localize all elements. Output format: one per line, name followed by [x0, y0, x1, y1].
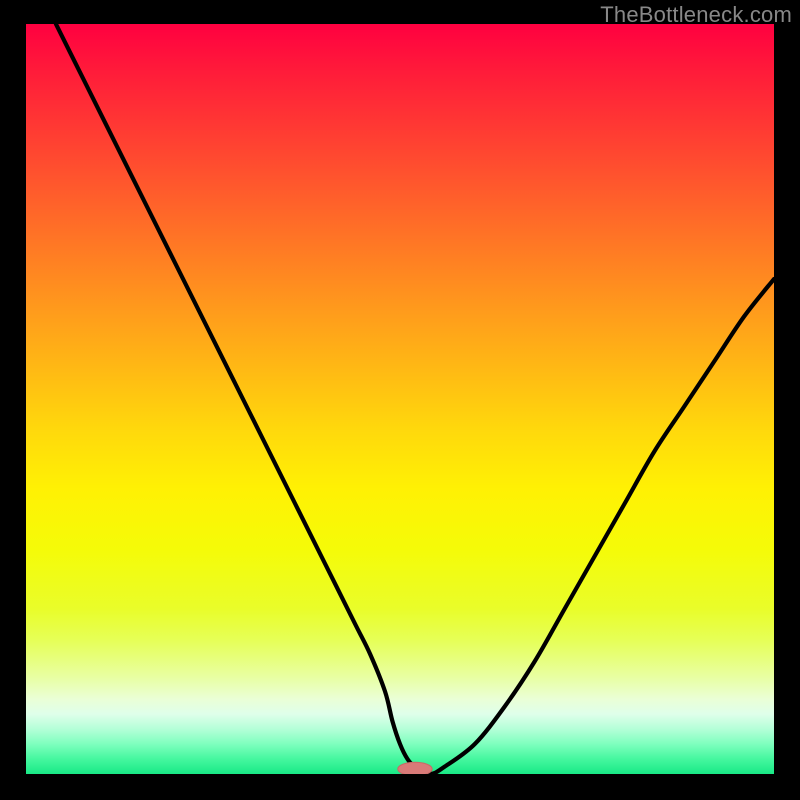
plot-area — [26, 24, 774, 774]
watermark-text: TheBottleneck.com — [600, 2, 792, 28]
chart-frame: TheBottleneck.com — [0, 0, 800, 800]
bottleneck-curve — [26, 24, 774, 774]
minimum-marker — [398, 762, 432, 774]
